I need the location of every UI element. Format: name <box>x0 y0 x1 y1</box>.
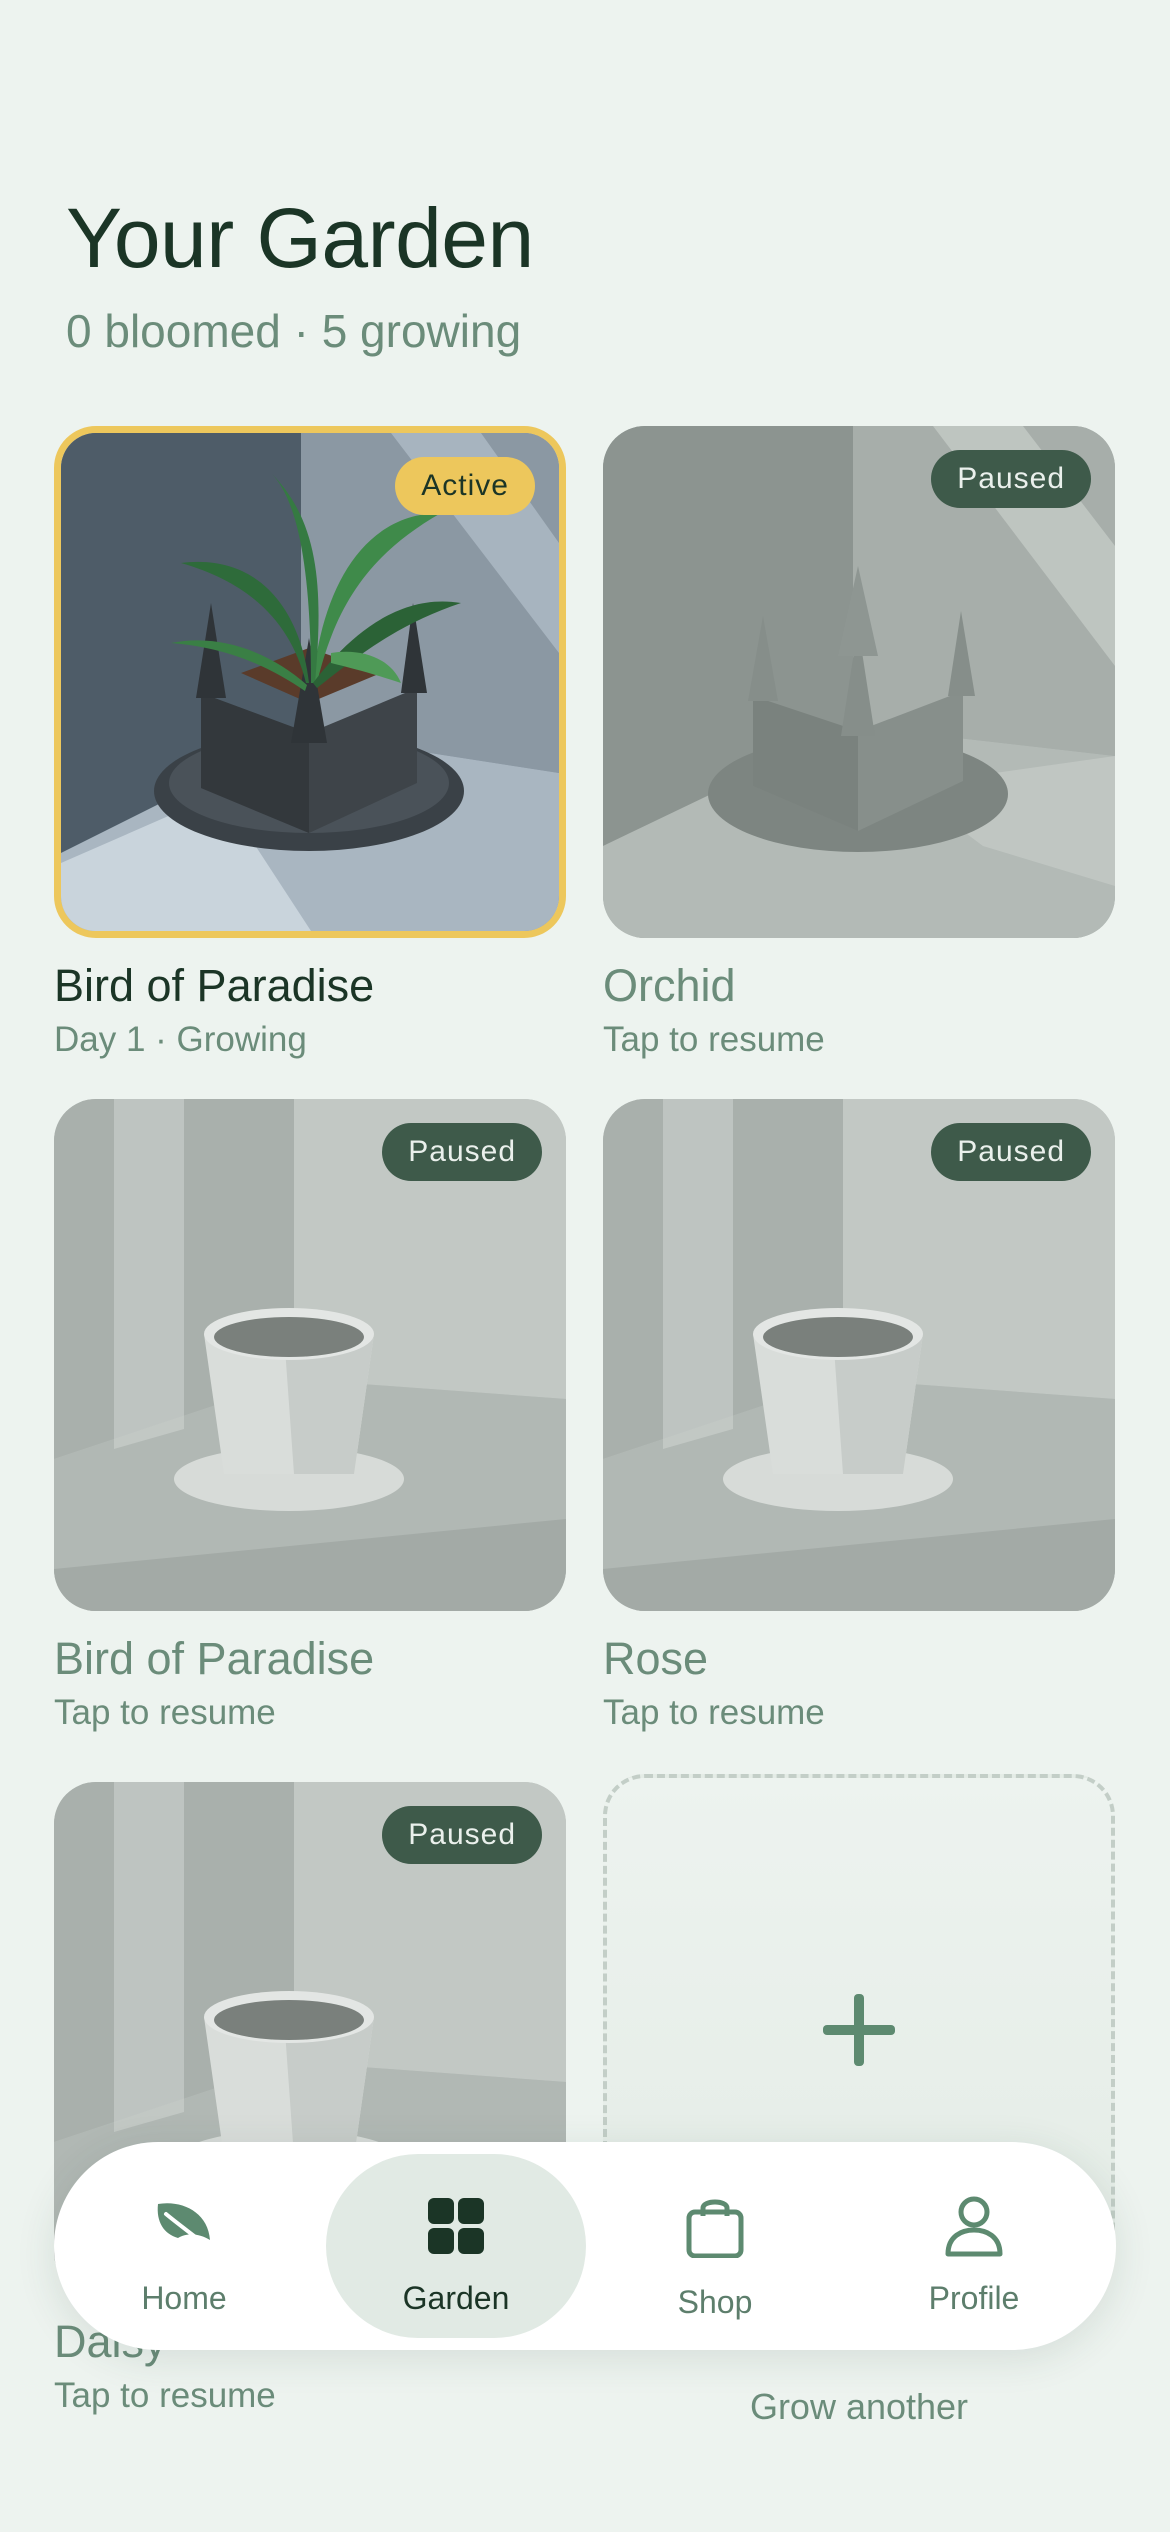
plant-card[interactable]: Active Bird of Paradise Day 1 · Growing <box>54 426 566 1059</box>
plant-card[interactable]: Paused Rose Tap to resume <box>603 1099 1115 1732</box>
plant-name: Bird of Paradise <box>54 1633 375 1684</box>
bottom-nav: Home Garden Shop Profile <box>54 2142 1116 2350</box>
nav-shop[interactable]: Shop <box>585 2154 845 2338</box>
nav-garden[interactable]: Garden <box>326 2154 586 2338</box>
nav-shop-label: Shop <box>677 2284 753 2320</box>
status-badge: Active <box>395 457 535 515</box>
nav-profile-label: Profile <box>928 2280 1020 2316</box>
nav-home-label: Home <box>141 2280 227 2316</box>
grid-icon <box>428 2198 484 2254</box>
plant-image: Paused <box>54 1099 566 1611</box>
plant-image: Active <box>54 426 566 938</box>
status-badge: Paused <box>382 1123 542 1181</box>
person-icon <box>945 2196 1003 2257</box>
status-badge: Paused <box>382 1806 542 1864</box>
plant-card[interactable]: Paused Bird of Paradise Tap to resume <box>54 1099 566 1732</box>
leaf-icon <box>157 2203 214 2252</box>
garden-summary: 0 bloomed · 5 growing <box>66 305 522 357</box>
bag-icon <box>686 2199 744 2258</box>
plant-name: Orchid <box>603 960 736 1011</box>
plant-card[interactable]: Paused Orchid Tap to resume <box>603 426 1115 1059</box>
plant-name: Rose <box>603 1633 709 1684</box>
status-badge: Paused <box>931 1123 1091 1181</box>
plant-name: Bird of Paradise <box>54 960 375 1011</box>
add-plant-label: Grow another <box>749 2386 969 2427</box>
plant-status: Tap to resume <box>603 1020 825 1059</box>
nav-profile[interactable]: Profile <box>844 2154 1104 2338</box>
status-badge: Paused <box>931 450 1091 508</box>
nav-garden-label: Garden <box>402 2280 510 2316</box>
plant-image: Paused <box>603 426 1115 938</box>
page-title: Your Garden <box>66 191 534 285</box>
plant-image: Paused <box>603 1099 1115 1611</box>
plant-status: Tap to resume <box>603 1693 825 1732</box>
plant-status: Tap to resume <box>54 2376 276 2415</box>
plant-status: Tap to resume <box>54 1693 276 1732</box>
nav-home[interactable]: Home <box>54 2154 314 2338</box>
plant-status: Day 1 · Growing <box>54 1020 307 1059</box>
